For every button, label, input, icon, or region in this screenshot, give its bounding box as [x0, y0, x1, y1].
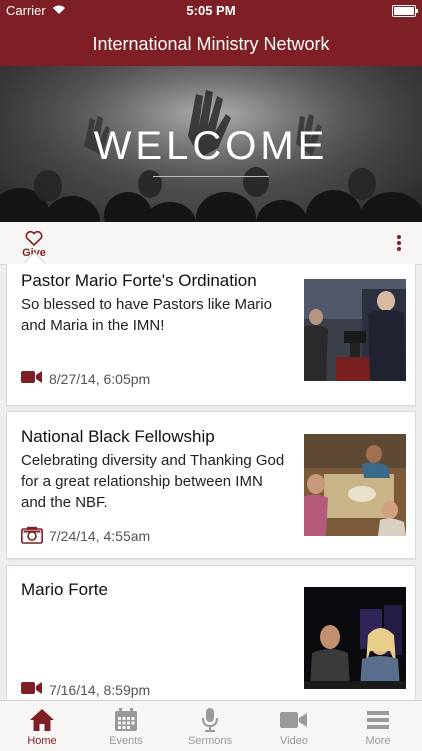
more-options-button[interactable]	[396, 235, 402, 253]
navigation-bar: International Ministry Network	[0, 22, 422, 66]
dot	[397, 235, 401, 239]
tab-more[interactable]: More	[336, 701, 420, 751]
welcome-underline	[153, 176, 269, 177]
microphone-icon	[202, 708, 218, 732]
post-description: So blessed to have Pastors like Mario an…	[21, 296, 272, 334]
heart-icon	[25, 231, 43, 246]
video-camera-icon	[21, 371, 42, 383]
menu-icon	[367, 711, 389, 729]
post-card[interactable]: Pastor Mario Forte's Ordination So bless…	[6, 264, 416, 406]
tab-events[interactable]: Events	[84, 701, 168, 751]
post-thumbnail[interactable]	[304, 434, 406, 536]
tab-label: Video	[280, 735, 308, 747]
fellowship-photo	[304, 434, 406, 536]
welcome-banner: WELCOME	[0, 66, 422, 222]
video-camera-icon	[21, 682, 42, 694]
post-title: Pastor Mario Forte's Ordination	[21, 271, 257, 290]
post-thumbnail[interactable]	[304, 279, 406, 381]
post-thumbnail[interactable]	[304, 587, 406, 689]
welcome-heading: WELCOME	[93, 124, 329, 168]
post-date: 8/27/14, 6:05pm	[49, 371, 151, 387]
battery-icon	[392, 5, 418, 17]
dot	[397, 247, 401, 251]
post-feed[interactable]: Pastor Mario Forte's Ordination So bless…	[0, 264, 422, 700]
home-icon	[30, 709, 54, 731]
tab-sermons[interactable]: Sermons	[168, 701, 252, 751]
status-bar: Carrier 5:05 PM	[0, 0, 422, 22]
post-date: 7/24/14, 4:55am	[49, 528, 151, 544]
tab-home[interactable]: Home	[0, 701, 84, 751]
tab-video[interactable]: Video	[252, 701, 336, 751]
post-date: 7/16/14, 8:59pm	[49, 682, 151, 698]
post-card[interactable]: National Black Fellowship Celebrating di…	[6, 411, 416, 559]
post-description: Celebrating diversity and Thanking God f…	[21, 452, 285, 511]
photo-camera-icon	[21, 526, 43, 544]
mario-forte-photo	[304, 587, 406, 689]
page-title: International Ministry Network	[92, 34, 330, 54]
feed-toolbar: Give	[0, 222, 422, 274]
tab-bar: Home Events Sermons Video More	[0, 700, 422, 751]
tab-label: Sermons	[187, 735, 233, 747]
calendar-icon	[115, 708, 137, 731]
post-title: Mario Forte	[21, 580, 108, 599]
ordination-photo	[304, 279, 406, 381]
dot	[397, 241, 401, 245]
video-camera-icon	[280, 712, 307, 728]
tab-label: More	[365, 735, 391, 747]
post-card[interactable]: Mario Forte 7/16/14, 8:59pm	[6, 565, 416, 700]
tab-label: Events	[109, 735, 143, 747]
clock: 5:05 PM	[186, 3, 236, 18]
post-title: National Black Fellowship	[21, 427, 215, 446]
tab-label: Home	[27, 735, 57, 747]
